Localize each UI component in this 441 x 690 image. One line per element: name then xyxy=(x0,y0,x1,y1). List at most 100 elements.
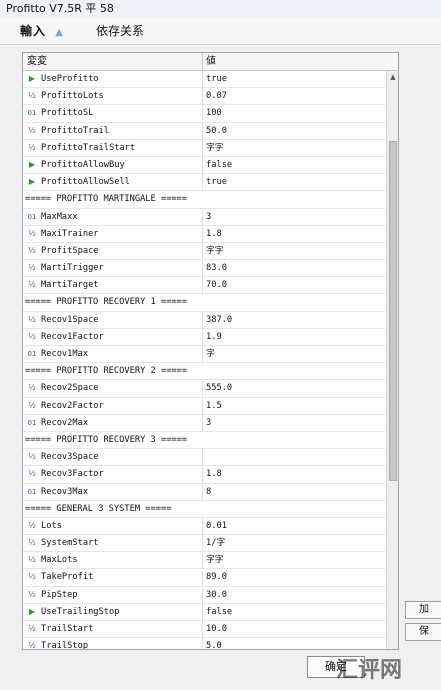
table-row[interactable]: ½ Recov3Space xyxy=(23,449,385,467)
table-row[interactable]: 01 Recov3Max 8 xyxy=(23,483,385,501)
parameter-value[interactable]: 字字 xyxy=(206,140,381,156)
tab-bar: 輸入 ▲ 依存关系 xyxy=(0,18,441,45)
side-button-1[interactable]: 加 xyxy=(405,601,441,619)
table-row[interactable]: ½ SystemStart 1/字 xyxy=(23,535,385,553)
table-row[interactable]: ½ MartiTarget 70.0 xyxy=(23,277,385,295)
parameter-value[interactable]: 30.0 xyxy=(206,587,381,603)
section-row[interactable]: ===== GENERAL 3 SYSTEM ===== xyxy=(23,501,385,518)
parameter-value[interactable]: 0.07 xyxy=(206,88,381,104)
parameter-name: 01 Recov3Max xyxy=(26,484,200,500)
parameter-value[interactable]: 1.5 xyxy=(206,398,381,414)
table-row[interactable]: 01 MaxMaxx 3 xyxy=(23,208,385,226)
parameter-label: SystemStart xyxy=(41,538,99,549)
integer-icon: 01 xyxy=(27,109,37,118)
parameter-value[interactable]: 1.8 xyxy=(206,226,381,242)
table-row[interactable]: ½ ProfittoTrail 50.0 xyxy=(23,122,385,140)
table-row[interactable]: ½ TrailStart 10.0 xyxy=(23,621,385,639)
table-row[interactable]: ½ Recov2Factor 1.5 xyxy=(23,397,385,415)
parameter-value[interactable]: 89.0 xyxy=(206,569,381,585)
table-row[interactable]: ½ Recov3Factor 1.8 xyxy=(23,466,385,484)
section-row[interactable]: ===== PROFITTO RECOVERY 2 ===== xyxy=(23,363,385,381)
parameter-name: ===== PROFITTO RECOVERY 2 ===== xyxy=(25,363,385,379)
parameter-name: ½ MaxLots xyxy=(26,552,200,568)
parameter-label: ===== PROFITTO RECOVERY 2 ===== xyxy=(25,366,188,377)
table-row[interactable]: ½ MaxiTrainer 1.8 xyxy=(23,225,385,243)
parameter-label: PipStep xyxy=(41,589,78,600)
fraction-icon: ½ xyxy=(28,520,36,530)
column-header-variable[interactable]: 変変 xyxy=(27,53,47,70)
parameter-value[interactable]: 1.9 xyxy=(206,329,381,345)
parameter-label: ProfittoAllowSell xyxy=(41,177,130,188)
section-row[interactable]: ===== PROFITTO MARTINGALE ===== xyxy=(23,191,385,209)
parameter-value[interactable]: true xyxy=(206,174,381,190)
parameter-value[interactable]: 100 xyxy=(206,105,381,121)
parameter-value[interactable]: 555.0 xyxy=(206,380,381,396)
parameters-table: 変変 値 ▶ UseProfitto true ½ ProfittoLots 0.07 01… xyxy=(22,52,399,650)
table-row[interactable]: ½ Recov2Space 555.0 xyxy=(23,380,385,398)
table-row[interactable]: 01 Recov2Max 3 xyxy=(23,414,385,432)
parameter-label: ProfittoTrail xyxy=(41,125,109,136)
side-button-2[interactable]: 保 xyxy=(405,623,441,641)
parameter-value[interactable]: false xyxy=(206,157,381,173)
table-row[interactable]: 01 Recov1Max 字 xyxy=(23,346,385,364)
table-row[interactable]: ▶ ProfittoAllowBuy false xyxy=(23,156,385,175)
parameter-name: ½ Recov2Space xyxy=(26,380,200,396)
parameter-value[interactable]: 3 xyxy=(206,415,381,431)
column-header-value[interactable]: 値 xyxy=(206,53,216,70)
table-row[interactable]: ½ TakeProfit 89.0 xyxy=(23,569,385,587)
parameter-value[interactable]: 字字 xyxy=(206,243,381,259)
table-row[interactable]: ½ Recov1Factor 1.9 xyxy=(23,328,385,346)
tab-dependencies[interactable]: 依存关系 xyxy=(96,22,144,40)
parameter-label: Recov1Max xyxy=(41,349,89,359)
parameter-value[interactable]: true xyxy=(206,71,381,87)
parameter-value[interactable]: 1/字 xyxy=(206,535,381,551)
parameter-name: ½ Recov1Factor xyxy=(26,329,200,345)
column-divider xyxy=(202,328,203,345)
table-row[interactable]: ½ ProfittoTrailStart 字字 xyxy=(23,139,385,157)
parameter-label: Recov3Factor xyxy=(41,469,104,480)
table-row[interactable]: ½ MartiTrigger 83.0 xyxy=(23,260,385,278)
vertical-scrollbar[interactable]: ▲ xyxy=(386,71,398,649)
table-row[interactable]: ▶ UseTrailingStop false xyxy=(23,603,385,621)
scroll-thumb[interactable] xyxy=(389,141,397,481)
table-row[interactable]: ½ ProfitSpace 字字 xyxy=(23,242,385,261)
column-divider xyxy=(202,552,203,569)
parameter-value[interactable]: 387.0 xyxy=(206,312,381,328)
parameter-name: ===== PROFITTO RECOVERY 3 ===== xyxy=(25,432,385,448)
parameter-name: ½ ProfittoLots xyxy=(26,88,200,104)
column-divider xyxy=(202,88,203,105)
table-row[interactable]: ½ ProfittoLots 0.07 xyxy=(23,88,385,106)
table-row[interactable]: ½ Lots 0.01 xyxy=(23,517,385,536)
fraction-icon: ½ xyxy=(28,572,36,582)
parameter-value[interactable]: 0.01 xyxy=(206,518,381,534)
parameter-value[interactable]: 5.0 xyxy=(206,638,381,649)
table-row[interactable]: ▶ ProfittoAllowSell true xyxy=(23,174,385,192)
section-row[interactable]: ===== PROFITTO RECOVERY 1 ===== xyxy=(23,294,385,312)
parameter-value[interactable]: 83.0 xyxy=(206,260,381,276)
fraction-icon: ½ xyxy=(28,331,36,341)
table-row[interactable]: ▶ UseProfitto true xyxy=(23,71,385,89)
table-row[interactable]: ½ PipStep 30.0 xyxy=(23,586,385,604)
table-row[interactable]: ½ Recov1Space 387.0 xyxy=(23,311,385,329)
parameter-value[interactable]: false xyxy=(206,604,381,620)
parameter-value[interactable]: 50.0 xyxy=(206,123,381,139)
parameter-value[interactable]: 10.0 xyxy=(206,621,381,637)
column-divider xyxy=(202,414,203,431)
parameter-value[interactable]: 8 xyxy=(206,484,381,500)
parameter-value[interactable]: 字字 xyxy=(206,552,381,568)
tab-inputs[interactable]: 輸入 ▲ xyxy=(20,22,64,42)
tab-dependencies-label: 依存关系 xyxy=(96,24,145,38)
table-row[interactable]: ½ MaxLots 字字 xyxy=(23,552,385,570)
section-row[interactable]: ===== PROFITTO RECOVERY 3 ===== xyxy=(23,432,385,450)
parameter-value[interactable]: 70.0 xyxy=(206,277,381,293)
column-divider xyxy=(202,449,203,466)
scroll-up-icon[interactable]: ▲ xyxy=(388,72,398,82)
parameter-value[interactable]: 3 xyxy=(206,209,381,225)
parameter-label: TrailStart xyxy=(41,624,94,634)
table-row[interactable]: 01 ProfittoSL 100 xyxy=(23,105,385,123)
parameter-value[interactable]: 1.8 xyxy=(206,466,381,482)
fraction-icon: ½ xyxy=(28,400,36,410)
column-divider xyxy=(202,122,203,139)
parameter-value[interactable]: 字 xyxy=(206,346,381,362)
table-row[interactable]: ½ TrailStop 5.0 xyxy=(23,638,385,649)
